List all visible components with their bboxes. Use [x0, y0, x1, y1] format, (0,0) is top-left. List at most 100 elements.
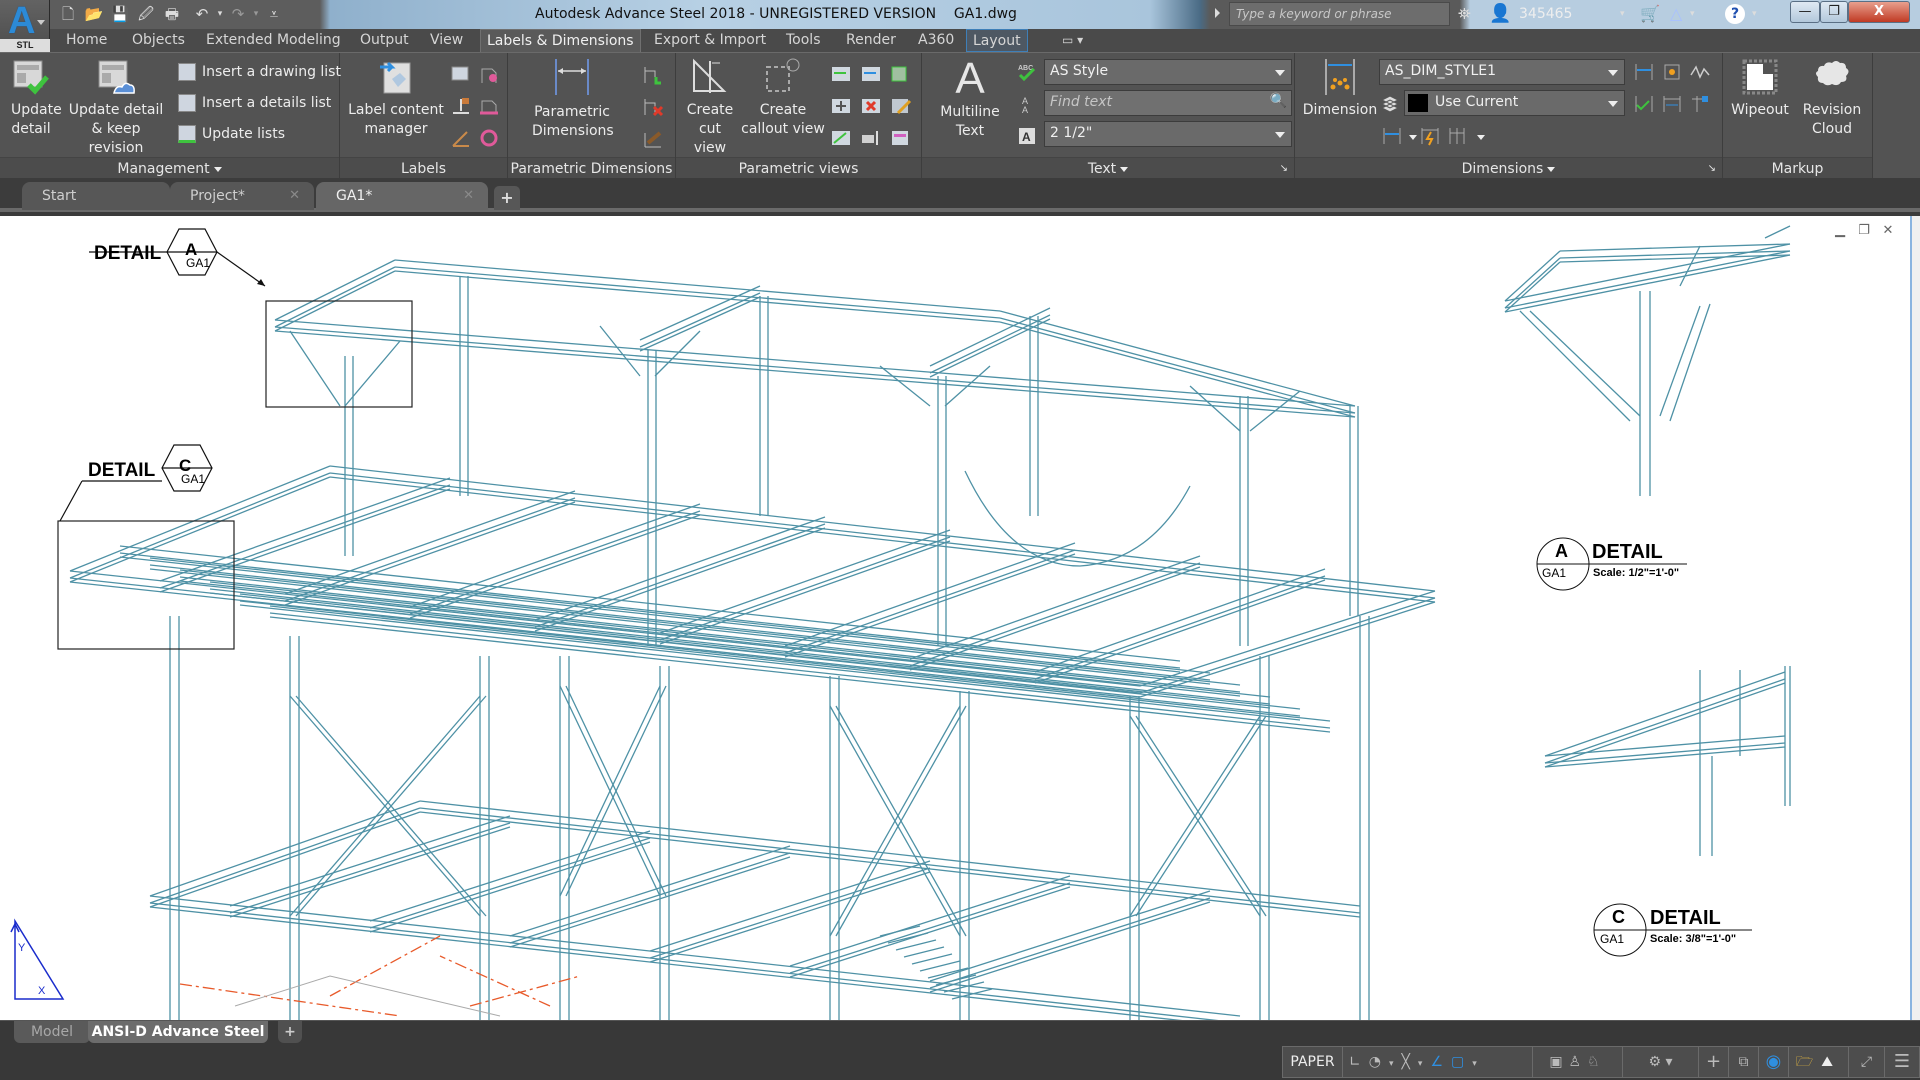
- tab-export-import[interactable]: Export & Import: [648, 29, 772, 52]
- workspace-gear-icon[interactable]: ⚙ ▾: [1623, 1047, 1699, 1077]
- dimension-space-icon[interactable]: [1633, 93, 1655, 115]
- close-icon[interactable]: ✕: [463, 182, 474, 210]
- viewport-icon[interactable]: ▢: [1451, 1054, 1472, 1070]
- panel-title-dimensions[interactable]: Dimensions ↘: [1295, 157, 1722, 179]
- customize-dropdown-icon[interactable]: ⩡: [264, 5, 284, 23]
- text-style-select[interactable]: AS Style: [1044, 59, 1292, 85]
- redo-dropdown-icon[interactable]: ▾: [246, 5, 266, 23]
- a360-icon[interactable]: △: [1670, 4, 1682, 24]
- new-layout-button[interactable]: +: [278, 1021, 302, 1043]
- grid-snap-icon[interactable]: ∟: [1349, 1054, 1369, 1070]
- dimension-adjust-icon[interactable]: [1661, 61, 1683, 83]
- panel-title-text[interactable]: Text ↘: [922, 157, 1294, 179]
- save-as-icon[interactable]: 🖉: [136, 5, 156, 23]
- redo-icon[interactable]: ↷: [228, 5, 248, 23]
- minimize-button[interactable]: —: [1790, 1, 1820, 23]
- dimension-delete-icon[interactable]: [642, 95, 664, 117]
- viewport-restore-icon[interactable]: ❐: [1856, 224, 1872, 238]
- auto-scale-icon[interactable]: ♘: [1587, 1054, 1606, 1070]
- save-icon[interactable]: 💾: [110, 5, 130, 23]
- customize-menu-icon[interactable]: ☰: [1885, 1047, 1919, 1077]
- view-refresh-icon[interactable]: [860, 63, 882, 85]
- doc-tab-start[interactable]: Start: [22, 182, 170, 210]
- label-image-icon[interactable]: [450, 63, 472, 85]
- linear-dimension-icon[interactable]: [1381, 125, 1403, 147]
- update-detail-keep-revision-button[interactable]: Update detail & keep revision: [60, 57, 172, 158]
- text-height-select[interactable]: 2 1/2": [1044, 121, 1292, 147]
- continue-dimension-icon[interactable]: [1447, 125, 1469, 147]
- isolate-icon[interactable]: ⧉: [1729, 1047, 1759, 1077]
- polar-icon[interactable]: ◔: [1369, 1054, 1389, 1070]
- ribbon-minimize-toggle-icon[interactable]: ▭ ▾: [1056, 29, 1089, 52]
- osnap-dropdown-icon[interactable]: ▾: [1389, 1059, 1402, 1069]
- layout-tab-model[interactable]: Model: [14, 1021, 90, 1043]
- view-update-icon[interactable]: [830, 63, 852, 85]
- insert-details-list-button[interactable]: Insert a details list: [178, 93, 331, 113]
- dimension-update-icon[interactable]: [1689, 93, 1711, 115]
- drawing-viewport[interactable]: Y X: [0, 216, 1920, 1020]
- spell-check-icon[interactable]: ABC: [1016, 61, 1038, 83]
- tab-home[interactable]: Home: [60, 29, 113, 52]
- tab-labels-dimensions[interactable]: Labels & Dimensions: [480, 29, 641, 52]
- otrack-icon[interactable]: ╳: [1401, 1054, 1417, 1070]
- text-scale-icon[interactable]: AA: [1016, 93, 1038, 115]
- wipeout-button[interactable]: Wipeout: [1725, 57, 1795, 120]
- otrack-dropdown-icon[interactable]: ▾: [1418, 1059, 1431, 1069]
- update-detail-button[interactable]: Update detail: [2, 57, 62, 139]
- undo-icon[interactable]: ↶: [192, 5, 212, 23]
- tab-layout[interactable]: Layout: [966, 29, 1028, 52]
- find-replace-icon[interactable]: 🔍: [1270, 93, 1287, 109]
- view-move-icon[interactable]: [830, 95, 852, 117]
- insert-drawing-list-button[interactable]: Insert a drawing list: [178, 62, 341, 82]
- create-cut-view-button[interactable]: Create cut view: [678, 57, 742, 158]
- find-text-input[interactable]: Find text 🔍: [1044, 90, 1292, 116]
- panel-launcher-icon[interactable]: ↘: [1708, 158, 1716, 180]
- new-icon[interactable]: 🗋: [58, 5, 78, 23]
- advance-steel-check-icon[interactable]: 🗁: [1796, 1054, 1821, 1070]
- doc-tab-project[interactable]: Project* ✕: [170, 182, 314, 210]
- binoculars-icon[interactable]: ⛯: [1458, 4, 1471, 24]
- fullscreen-icon[interactable]: ⤢: [1849, 1047, 1885, 1077]
- viewport-minimize-icon[interactable]: ▁: [1832, 224, 1848, 238]
- tab-extended-modeling[interactable]: Extended Modeling: [200, 29, 347, 52]
- label-add-icon[interactable]: [478, 63, 500, 85]
- view-section-icon[interactable]: [830, 127, 852, 149]
- tab-a360[interactable]: A360: [912, 29, 960, 52]
- label-elevation-icon[interactable]: [478, 95, 500, 117]
- revision-cloud-button[interactable]: Revision Cloud: [1797, 57, 1867, 139]
- text-justify-icon[interactable]: A: [1016, 125, 1038, 147]
- paper-space-toggle[interactable]: PAPER: [1283, 1047, 1343, 1077]
- close-icon[interactable]: ✕: [289, 182, 300, 210]
- view-frame-icon[interactable]: [890, 63, 912, 85]
- user-id[interactable]: 345465: [1519, 6, 1572, 22]
- tab-output[interactable]: Output: [354, 29, 415, 52]
- view-edit-icon[interactable]: [890, 95, 912, 117]
- dimension-jog-icon[interactable]: [1689, 61, 1711, 83]
- dimension-inspect-icon[interactable]: [1661, 93, 1683, 115]
- a360-dropdown-icon[interactable]: ▾: [1690, 4, 1695, 24]
- user-icon[interactable]: 👤: [1489, 4, 1511, 24]
- help-dropdown-icon[interactable]: ▾: [1752, 4, 1757, 24]
- annotation-visibility-icon[interactable]: ♙: [1569, 1054, 1588, 1070]
- create-callout-view-button[interactable]: Create callout view: [740, 57, 826, 139]
- restore-button[interactable]: ❐: [1820, 1, 1848, 23]
- label-content-manager-button[interactable]: Label content manager: [344, 57, 448, 139]
- annotation-scale-icon[interactable]: ▣: [1549, 1054, 1568, 1070]
- doc-tab-ga1[interactable]: GA1* ✕: [316, 182, 488, 210]
- help-icon[interactable]: ?: [1725, 4, 1745, 24]
- tab-objects[interactable]: Objects: [126, 29, 191, 52]
- dimension-style-select[interactable]: AS_DIM_STYLE1: [1379, 59, 1625, 85]
- label-angle-icon[interactable]: [450, 127, 472, 149]
- undo-dropdown-icon[interactable]: ▾: [210, 5, 230, 23]
- new-tab-button[interactable]: +: [494, 186, 520, 210]
- canvas-scrollbar[interactable]: [1910, 216, 1920, 1020]
- dimension-add-icon[interactable]: [642, 63, 664, 85]
- ucs-dynamic-icon[interactable]: ∠: [1430, 1054, 1451, 1070]
- label-level-icon[interactable]: [450, 95, 472, 117]
- tab-tools[interactable]: Tools: [780, 29, 827, 52]
- continue-dimension-dropdown-icon[interactable]: [1477, 135, 1485, 140]
- viewport-close-icon[interactable]: ✕: [1880, 224, 1896, 238]
- application-menu-button[interactable]: A STL: [0, 0, 50, 52]
- view-properties-icon[interactable]: [890, 127, 912, 149]
- dimension-edit-icon[interactable]: [642, 127, 664, 149]
